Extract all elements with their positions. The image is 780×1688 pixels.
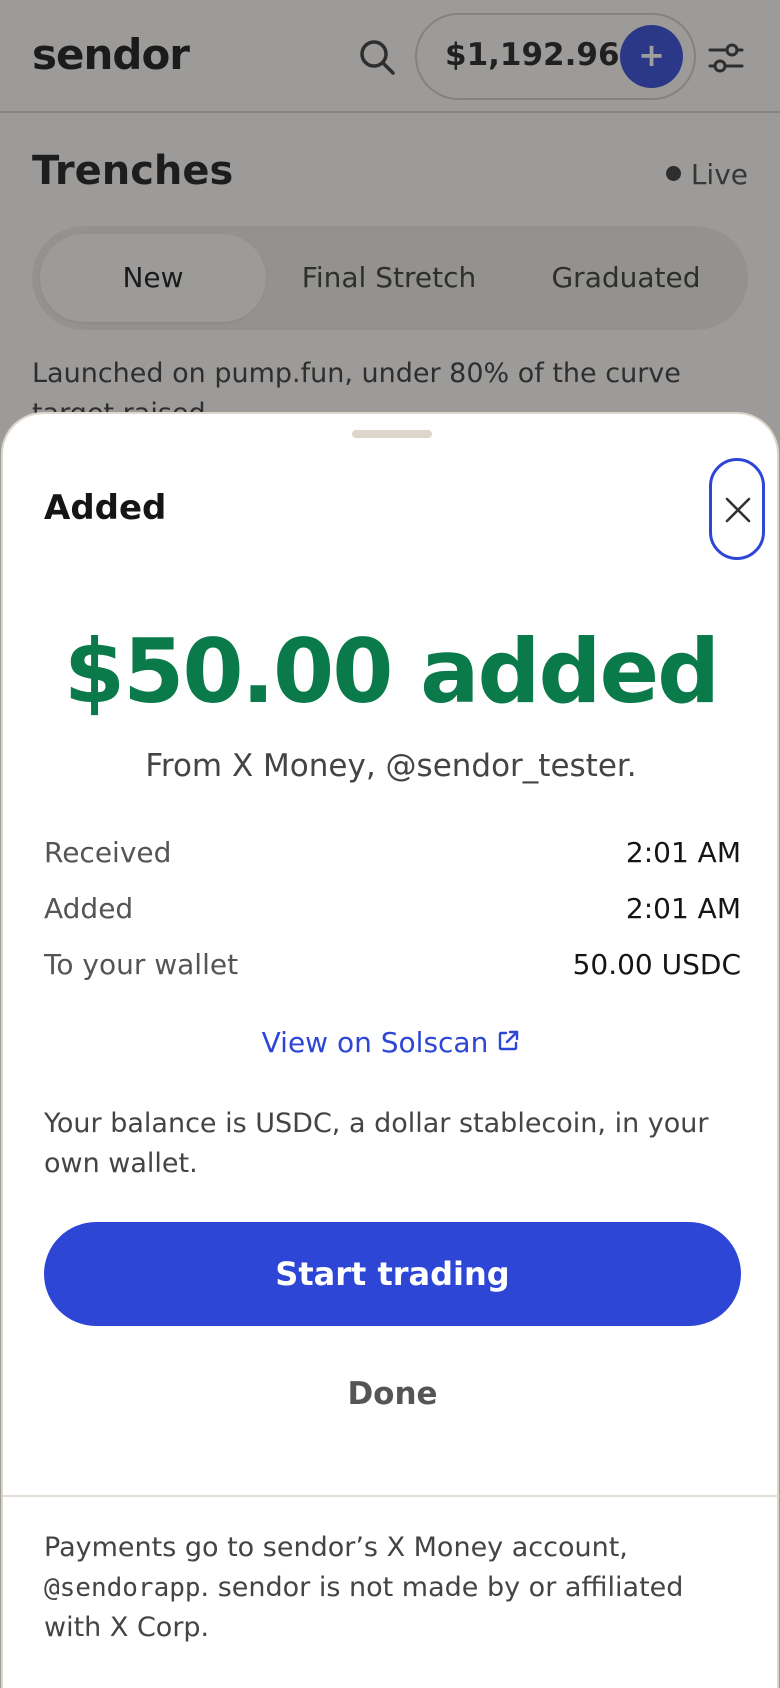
added-sheet: Added $50.00 added From X Money, @sendor… — [1, 412, 779, 1688]
close-button[interactable] — [709, 458, 765, 560]
detail-row-received: Received 2:01 AM — [44, 836, 741, 876]
detail-label: Added — [44, 892, 134, 925]
done-button[interactable]: Done — [244, 1354, 541, 1434]
solscan-link[interactable]: View on Solscan — [3, 1026, 779, 1059]
sheet-title: Added — [44, 488, 167, 528]
sheet-drag-handle[interactable] — [352, 430, 432, 438]
source-text: From X Money, @sendor_tester. — [145, 748, 637, 784]
detail-row-added: Added 2:01 AM — [44, 892, 741, 932]
detail-row-wallet: To your wallet 50.00 USDC — [44, 948, 741, 988]
balance-note: Your balance is USDC, a dollar stablecoi… — [44, 1108, 709, 1179]
detail-value: 50.00 USDC — [572, 948, 741, 981]
start-trading-button[interactable]: Start trading — [44, 1222, 741, 1326]
detail-value: 2:01 AM — [625, 836, 741, 869]
close-icon — [725, 497, 751, 523]
solscan-link-label: View on Solscan — [261, 1026, 489, 1059]
footer-prefix: Payments go to sendor’s X Money account, — [44, 1532, 628, 1563]
detail-label: Received — [44, 836, 172, 869]
amount-headline: $50.00 added — [63, 620, 720, 723]
footer-handle: @sendorapp — [44, 1573, 201, 1603]
divider — [3, 1495, 779, 1497]
detail-value: 2:01 AM — [625, 892, 741, 925]
footer-disclaimer: Payments go to sendor’s X Money account,… — [44, 1528, 741, 1648]
external-link-icon — [499, 1030, 519, 1051]
detail-label: To your wallet — [44, 948, 239, 981]
